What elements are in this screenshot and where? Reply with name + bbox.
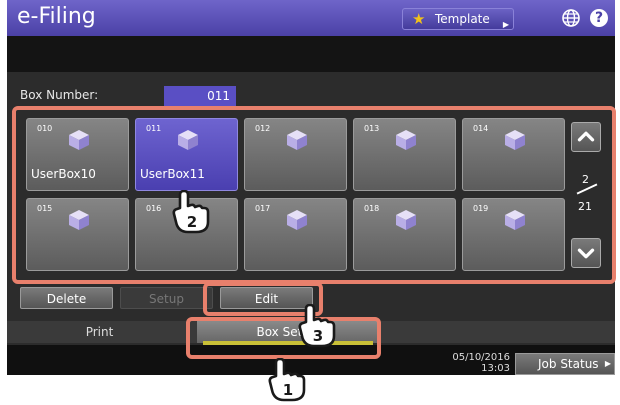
date-time: 05/10/2016 13:03 [434,352,510,374]
help-icon[interactable]: ? [590,9,608,27]
globe-icon[interactable] [562,9,580,27]
star-icon: ★ [412,10,426,28]
setup-button[interactable]: Setup [120,287,213,309]
job-status-button[interactable]: Job Status ▶ [515,353,615,375]
caret-right-icon: ▶ [502,20,509,29]
caret-right-icon: ▶ [604,359,611,368]
app-title: e-Filing [17,4,96,29]
tab-print[interactable]: Print [7,321,192,343]
callout-number: 3 [313,327,323,345]
callout-hand-icon-3: 3 [298,304,336,348]
time-text: 13:03 [481,363,510,374]
delete-button[interactable]: Delete [20,287,113,309]
callout-hand-icon-2: 2 [172,190,210,234]
box-number-field[interactable]: 011 [164,86,236,106]
date-text: 05/10/2016 [452,352,510,363]
callout-hand-icon-1: 1 [268,358,306,402]
callout-number: 2 [187,213,197,231]
box-setup-highlight [186,317,381,359]
box-grid-highlight [12,106,616,284]
box-number-label: Box Number: [20,88,99,102]
template-button[interactable]: ★ Template ▶ [402,8,514,30]
job-status-label: Job Status [538,357,599,371]
template-label: Template [435,12,490,26]
callout-number: 1 [283,381,293,399]
message-bar [7,36,615,72]
title-bar: e-Filing ★ Template ▶ ? [7,0,615,36]
